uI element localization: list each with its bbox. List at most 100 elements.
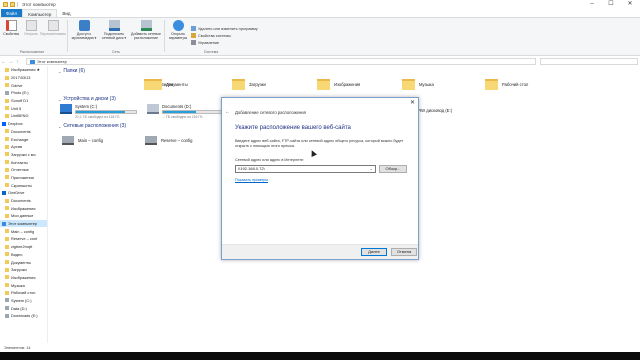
folder-item[interactable]: Загрузки (232, 79, 266, 90)
nav-item[interactable]: Скриншоты (0, 181, 47, 189)
uninstall-program-button[interactable]: Удалить или изменить программу (191, 26, 258, 31)
add-network-location-dialog: ✕ ← Добавление сетевого расположения Ука… (221, 97, 419, 260)
nav-item[interactable]: Sonoff D1 (0, 97, 47, 105)
nav-item[interactable]: 2017\03\13 (0, 74, 47, 82)
nav-item[interactable]: Data (D:) (0, 304, 47, 312)
search-input[interactable] (540, 58, 638, 65)
chevron-down-icon[interactable]: ⌄ (370, 166, 373, 172)
nav-item[interactable]: Gdrive (0, 81, 47, 89)
nav-item-label: Рабочий стол (11, 290, 36, 296)
nav-item-label: Exchange (11, 136, 29, 142)
drive-item[interactable]: System (C:) 21,1 ГБ свободно из 118 ГБ (60, 104, 137, 119)
show-examples-link[interactable]: Показать примеры (235, 178, 268, 182)
nav-item[interactable]: Reserve – conf (0, 235, 47, 243)
nav-item[interactable]: System (C:) (0, 297, 47, 305)
folder-item[interactable]: Документы (149, 79, 188, 90)
close-window-button[interactable]: ✕ (620, 0, 640, 9)
folder-item[interactable]: Музыка (402, 79, 434, 90)
network-location-item[interactable]: Reserve – config (145, 136, 192, 145)
nav-item[interactable]: Изображения ★ (0, 66, 47, 74)
network-section-header[interactable]: ⌄ Сетевые расположения (3) (58, 123, 126, 129)
nav-item[interactable]: Main – config (0, 227, 47, 235)
nav-item[interactable]: Unit 5 (0, 104, 47, 112)
map-drive-button[interactable]: Подключить сетевой диск ▾ (99, 20, 129, 40)
devices-section-label: Устройства и диски (3) (63, 96, 116, 102)
folder-icon (5, 75, 9, 80)
open-button[interactable]: Открыть (20, 20, 42, 36)
up-arrow-icon[interactable]: ↑ (14, 59, 21, 65)
nav-item[interactable]: zigbee2mqtt (0, 243, 47, 251)
properties-quick-icon[interactable] (3, 2, 8, 7)
nav-item[interactable]: Documents (0, 128, 47, 136)
folder-item[interactable]: Рабочий стол (485, 79, 528, 90)
manage-label: Управление (198, 40, 220, 45)
folder-icon (402, 79, 415, 90)
nav-item-label: Unit5ENG (11, 113, 29, 119)
network-group-label: Сеть (112, 50, 120, 54)
forward-arrow-icon[interactable]: → (7, 59, 14, 65)
media-access-button[interactable]: Доступ к мультимедиа ▾ (70, 20, 98, 40)
network-location-icon (140, 20, 152, 31)
properties-button[interactable]: Свойства (0, 20, 22, 36)
next-button[interactable]: Далее (361, 248, 387, 256)
folders-section-header[interactable]: ⌄ Папки (6) (58, 68, 85, 74)
devices-section-header[interactable]: ⌄ Устройства и диски (3) (58, 96, 116, 102)
nav-item[interactable]: Документы (0, 258, 47, 266)
folder-icon (5, 244, 9, 249)
ribbon: Свойства Открыть Переименовать Расположе… (0, 18, 640, 56)
browse-button[interactable]: Обзор... (379, 165, 407, 173)
nav-item[interactable]: Unit5ENG (0, 112, 47, 120)
nav-item[interactable]: Изображения (0, 204, 47, 212)
add-network-location-button[interactable]: Добавить сетевое расположение (130, 20, 162, 40)
nav-item[interactable]: Exchange (0, 135, 47, 143)
nav-item[interactable]: Загрузки с мо (0, 151, 47, 159)
nav-item[interactable]: Отчетные (0, 166, 47, 174)
ribbon-divider (164, 20, 165, 52)
rename-label: Переименовать (39, 32, 67, 36)
nav-item[interactable]: Documents (0, 197, 47, 205)
address-bar[interactable]: Этот компьютер (26, 58, 536, 65)
back-arrow-icon[interactable]: ← (0, 59, 7, 65)
nav-item[interactable]: Загрузки (0, 266, 47, 274)
nav-item[interactable]: Приложения (0, 174, 47, 182)
nav-item[interactable]: Контакты (0, 158, 47, 166)
nav-item[interactable]: Dropbox (0, 120, 47, 128)
rename-button[interactable]: Переименовать (40, 20, 66, 36)
open-icon (25, 20, 37, 31)
back-arrow-icon[interactable]: ← (225, 109, 230, 115)
nav-item[interactable]: OneDrive (0, 189, 47, 197)
nav-item[interactable]: Downloads (E:) (0, 312, 47, 320)
nav-item[interactable]: Мои данные (0, 212, 47, 220)
network-address-field[interactable]: \\192.168.0.72\ ⌄ (235, 165, 376, 173)
drive-item[interactable]: Documents (D:) ... ГБ свободно из 116 ГБ (147, 104, 224, 119)
window-title: Этот компьютер (22, 2, 56, 7)
folder-icon (2, 221, 6, 226)
nav-item[interactable]: Изображения (0, 274, 47, 282)
nav-item-label: Скриншоты (11, 182, 32, 188)
cancel-button[interactable]: Отмена (391, 248, 417, 256)
folder-icon (2, 190, 6, 195)
tab-view[interactable]: Вид (57, 9, 75, 17)
nav-item[interactable]: Видео (0, 251, 47, 259)
address-row: ← → ↑ Этот компьютер (0, 57, 640, 66)
open-settings-button[interactable]: Открыть параметры (166, 20, 190, 40)
tab-computer[interactable]: Компьютер (22, 9, 58, 17)
nav-item[interactable]: Музыка (0, 281, 47, 289)
drive-usage-fill (76, 111, 126, 113)
nav-item[interactable]: Арxив (0, 143, 47, 151)
add-network-location-label: Добавить сетевое расположение (130, 32, 162, 40)
nav-item[interactable]: Рабочий стол (0, 289, 47, 297)
manage-button[interactable]: Управление (191, 40, 219, 45)
minimize-button[interactable]: – (582, 0, 602, 9)
folder-item[interactable]: Изображения (317, 79, 360, 90)
tab-file[interactable]: Файл (1, 9, 23, 17)
maximize-button[interactable]: ☐ (601, 0, 621, 9)
quick-access-toolbar (0, 2, 18, 7)
network-location-item[interactable]: Main – config (62, 136, 103, 145)
new-folder-quick-icon[interactable] (10, 2, 15, 7)
system-properties-button[interactable]: Свойства системы (191, 33, 231, 38)
close-icon[interactable]: ✕ (410, 99, 415, 106)
nav-item[interactable]: Этот компьютер (0, 219, 47, 228)
nav-item[interactable]: Photo (E:) (0, 89, 47, 97)
dialog-heading: Укажите расположение вашего веб-сайта (235, 125, 351, 131)
